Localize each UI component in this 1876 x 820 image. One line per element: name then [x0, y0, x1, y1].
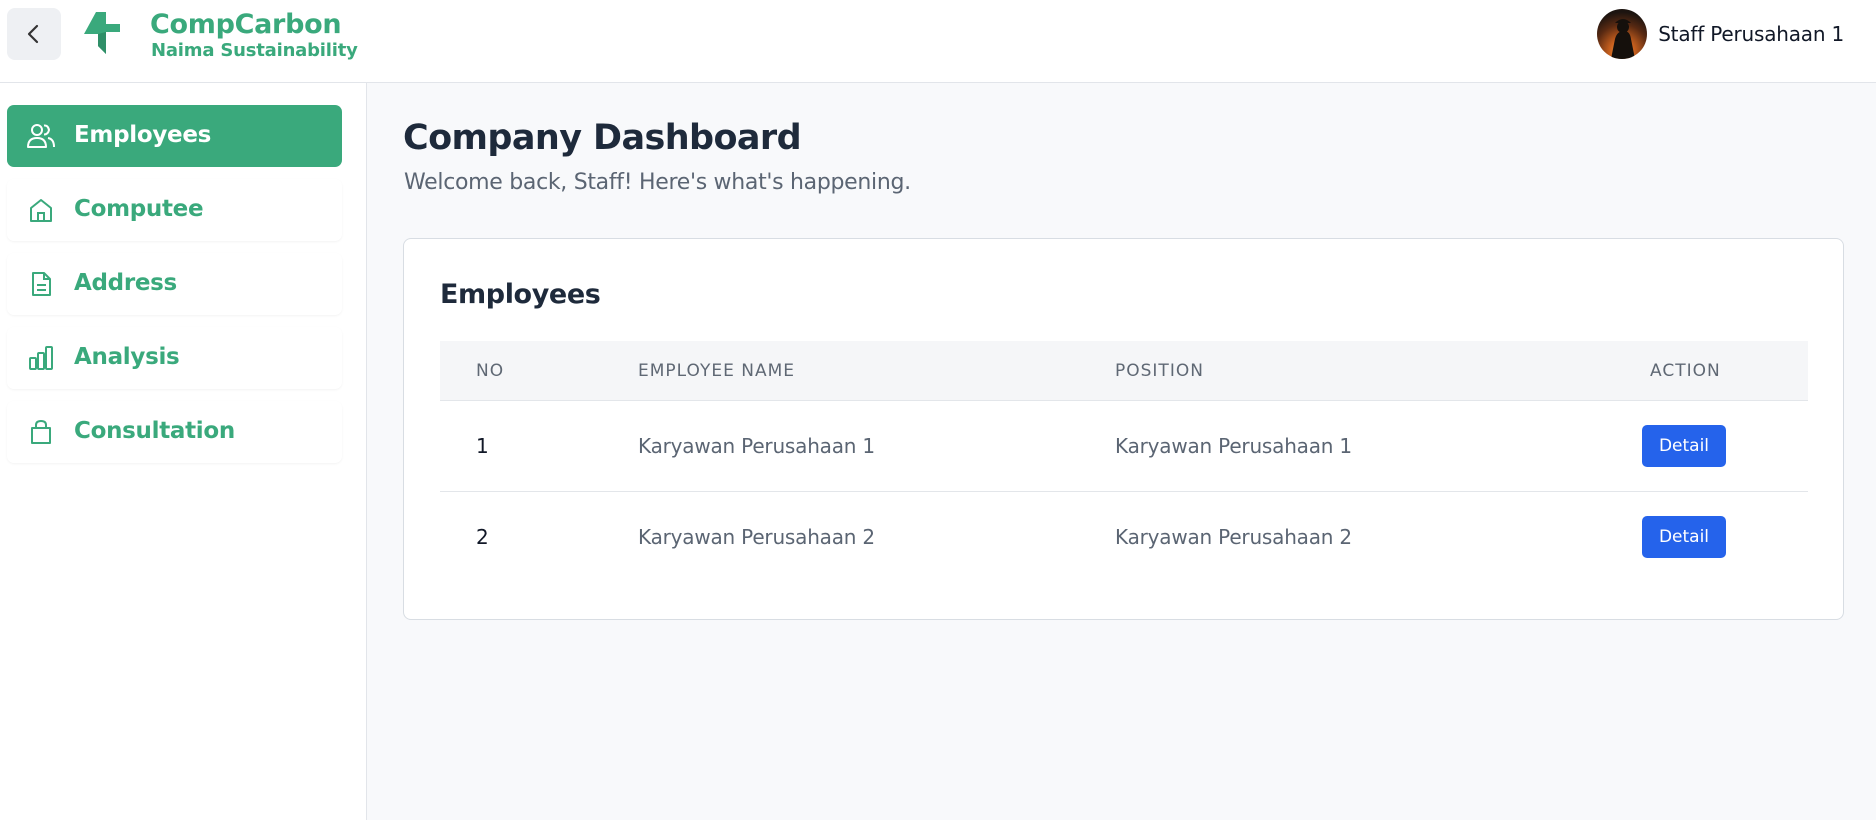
cell-no: 2 — [476, 525, 489, 549]
avatar-silhouette — [1611, 19, 1636, 59]
sidebar-item-employees[interactable]: Employees — [7, 105, 342, 167]
sidebar-item-label: Computee — [74, 196, 204, 222]
sidebar-item-label: Analysis — [74, 344, 180, 370]
page-subtitle: Welcome back, Staff! Here's what's happe… — [404, 170, 911, 195]
sidebar-item-consultation[interactable]: Consultation — [7, 401, 342, 463]
table-row: 1 Karyawan Perusahaan 1 Karyawan Perusah… — [440, 401, 1808, 492]
user-name: Staff Perusahaan 1 — [1658, 22, 1844, 46]
avatar[interactable] — [1597, 9, 1648, 59]
column-header-no: NO — [476, 361, 505, 381]
chevron-left-icon — [27, 24, 39, 44]
table-row: 2 Karyawan Perusahaan 2 Karyawan Perusah… — [440, 492, 1808, 583]
cell-employee-name: Karyawan Perusahaan 1 — [638, 434, 875, 458]
sidebar: Employees Computee Address Analysis Cons… — [0, 83, 367, 820]
sidebar-item-label: Employees — [74, 122, 212, 148]
top-header: CompCarbon Naima Sustainability Staff Pe… — [0, 0, 1876, 83]
sidebar-item-analysis[interactable]: Analysis — [7, 327, 342, 389]
home-icon — [27, 197, 55, 223]
card-title: Employees — [440, 279, 601, 310]
bar-chart-icon — [27, 345, 55, 371]
cell-position: Karyawan Perusahaan 2 — [1115, 525, 1352, 549]
page-title: Company Dashboard — [403, 118, 802, 158]
sidebar-item-label: Address — [74, 270, 177, 296]
sidebar-item-computee[interactable]: Computee — [7, 179, 342, 241]
cell-employee-name: Karyawan Perusahaan 2 — [638, 525, 875, 549]
users-icon — [27, 123, 55, 149]
detail-button[interactable]: Detail — [1642, 425, 1726, 467]
cell-no: 1 — [476, 434, 489, 458]
employees-card: Employees NO EMPLOYEE NAME POSITION ACTI… — [403, 238, 1844, 620]
column-header-action: ACTION — [1650, 361, 1721, 381]
compcarbon-logo — [84, 12, 120, 54]
column-header-position: POSITION — [1115, 361, 1204, 381]
sidebar-item-label: Consultation — [74, 418, 235, 444]
employees-table: NO EMPLOYEE NAME POSITION ACTION 1 Karya… — [440, 341, 1808, 583]
shopping-bag-icon — [27, 419, 55, 445]
detail-button[interactable]: Detail — [1642, 516, 1726, 558]
user-menu[interactable]: Staff Perusahaan 1 — [1597, 9, 1844, 59]
brand-name: CompCarbon — [150, 9, 342, 40]
table-header: NO EMPLOYEE NAME POSITION ACTION — [440, 341, 1808, 401]
back-button[interactable] — [7, 8, 61, 60]
sidebar-item-address[interactable]: Address — [7, 253, 342, 315]
cell-position: Karyawan Perusahaan 1 — [1115, 434, 1352, 458]
brand-subtitle: Naima Sustainability — [151, 40, 358, 61]
column-header-employee-name: EMPLOYEE NAME — [638, 361, 796, 381]
document-icon — [27, 271, 55, 297]
